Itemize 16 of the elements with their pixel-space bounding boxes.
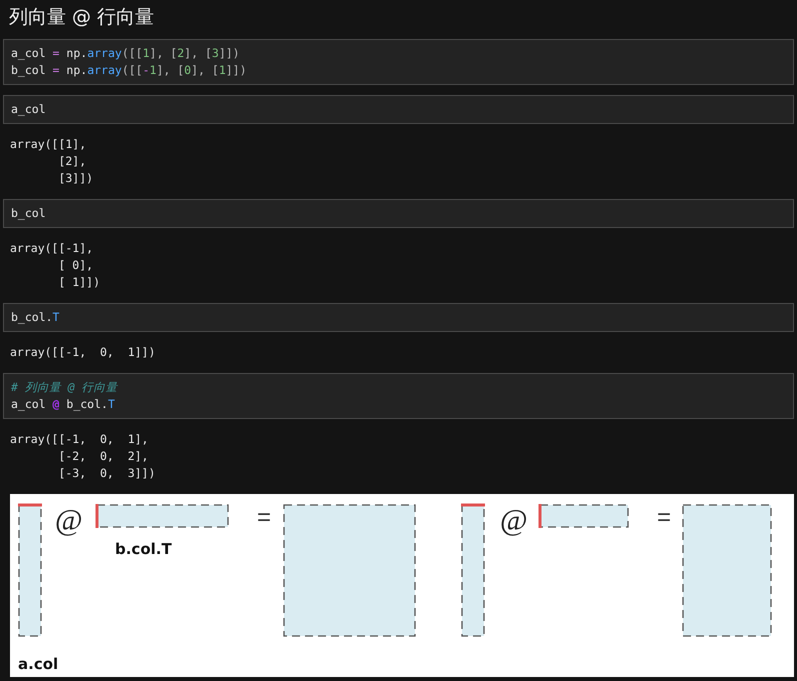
cell-output: array([[1], [2], [3]]) [9, 136, 94, 187]
cell-output: array([[-1, 0, 1]]) [9, 344, 156, 361]
cell-output: array([[-1], [ 0], [ 1]]) [9, 240, 102, 291]
code-cell[interactable]: a_col = np.array([[1], [2], [3]]) b_col = np.array([[-1], [0], [1]]) [3, 39, 794, 85]
column-vector-label: a.col [18, 655, 58, 673]
code-cell[interactable]: a_col [3, 95, 794, 124]
cell-output: array([[-1, 0, 1], [-2, 0, 2], [-3, 0, 3]]) [9, 431, 156, 482]
matmul-symbol: @ [500, 504, 528, 537]
equals-sign: = [257, 504, 272, 531]
code-cell[interactable]: b_col [3, 199, 794, 228]
code-cell[interactable]: b_col.T [3, 303, 794, 332]
notebook-heading: 列向量 @ 行向量 [9, 5, 156, 30]
row-vector-label: b.col.T [115, 540, 172, 558]
code-cell[interactable]: # 列向量 @ 行向量 a_col @ b_col.T [3, 373, 794, 419]
equals-sign: = [657, 504, 672, 531]
matmul-symbol: @ [55, 504, 83, 537]
